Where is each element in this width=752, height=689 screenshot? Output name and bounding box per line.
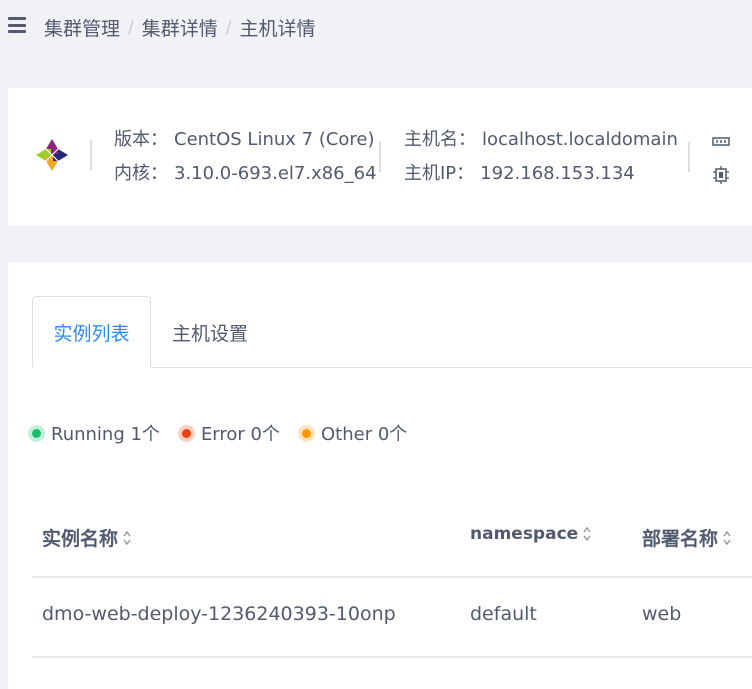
version-value: CentOS Linux 7 (Core) xyxy=(174,129,375,150)
cell-instance-name: dmo-web-deploy-1236240393-10onp xyxy=(42,603,396,625)
breadcrumb-cluster-management[interactable]: 集群管理 xyxy=(44,14,120,41)
kernel-label: 内核： xyxy=(114,163,168,184)
version-label: 版本： xyxy=(114,129,168,150)
column-header-deployment-name[interactable]: 部署名称 xyxy=(642,524,732,551)
centos-logo-icon xyxy=(36,139,68,171)
status-running: Running 1个 xyxy=(28,420,160,446)
column-header-label: 实例名称 xyxy=(42,528,119,550)
breadcrumb-host-detail: 主机详情 xyxy=(239,18,316,40)
host-info-card: 版本： CentOS Linux 7 (Core) 内核： 3.10.0-693.e… xyxy=(8,88,752,226)
top-bar: 集群管理 / 集群详情 / 主机详情 xyxy=(0,0,752,56)
table-header: 实例名称 namespace 部署名称 xyxy=(32,502,752,578)
sort-icon[interactable] xyxy=(122,529,132,547)
running-dot-icon xyxy=(28,424,45,442)
instance-card: 实例列表 主机设置 Running 1个 Error 0个 Other 0个 实… xyxy=(8,262,752,689)
status-other-label: Other 0个 xyxy=(321,424,408,445)
cell-deployment-name: web xyxy=(642,603,682,625)
memory-icon xyxy=(712,137,730,146)
status-running-label: Running 1个 xyxy=(51,424,160,445)
hostip-value: 192.168.153.134 xyxy=(480,163,635,184)
column-header-label: namespace xyxy=(470,524,579,544)
info-divider xyxy=(379,142,381,172)
column-header-label: 部署名称 xyxy=(642,528,719,550)
status-summary: Running 1个 Error 0个 Other 0个 xyxy=(28,420,429,446)
kernel-value: 3.10.0-693.el7.x86_64 xyxy=(174,163,377,184)
os-info: 版本： CentOS Linux 7 (Core) 内核： 3.10.0-693.e… xyxy=(114,123,377,191)
status-other: Other 0个 xyxy=(298,420,408,446)
hostname-value: localhost.localdomain xyxy=(482,129,678,150)
menu-icon[interactable] xyxy=(8,17,26,33)
hostip-label: 主机IP： xyxy=(404,163,475,184)
breadcrumb-cluster-detail[interactable]: 集群详情 xyxy=(142,14,218,41)
status-error: Error 0个 xyxy=(177,420,280,446)
info-divider xyxy=(688,142,690,172)
column-header-instance-name[interactable]: 实例名称 xyxy=(42,524,132,551)
breadcrumb-separator: / xyxy=(128,17,134,38)
column-header-namespace[interactable]: namespace xyxy=(470,524,592,544)
table-row[interactable]: dmo-web-deploy-1236240393-10onp default … xyxy=(32,578,752,658)
other-dot-icon xyxy=(298,424,315,442)
breadcrumb: 集群管理 / 集群详情 / 主机详情 xyxy=(44,14,316,41)
tab-instance-list[interactable]: 实例列表 xyxy=(32,296,151,368)
breadcrumb-separator: / xyxy=(225,17,232,38)
hostname-label: 主机名： xyxy=(404,129,476,150)
status-error-label: Error 0个 xyxy=(200,424,280,445)
tab-host-settings[interactable]: 主机设置 xyxy=(160,296,260,368)
error-dot-icon xyxy=(177,424,195,442)
cpu-icon xyxy=(713,166,729,184)
sort-icon[interactable] xyxy=(582,525,592,543)
cell-namespace: default xyxy=(470,603,537,625)
info-divider xyxy=(90,140,92,170)
host-info: 主机名： localhost.localdomain 主机IP： 192.168.1… xyxy=(404,123,678,191)
sort-icon[interactable] xyxy=(722,529,732,547)
instance-table: 实例名称 namespace 部署名称 dmo-web-deploy-12362… xyxy=(32,502,752,658)
